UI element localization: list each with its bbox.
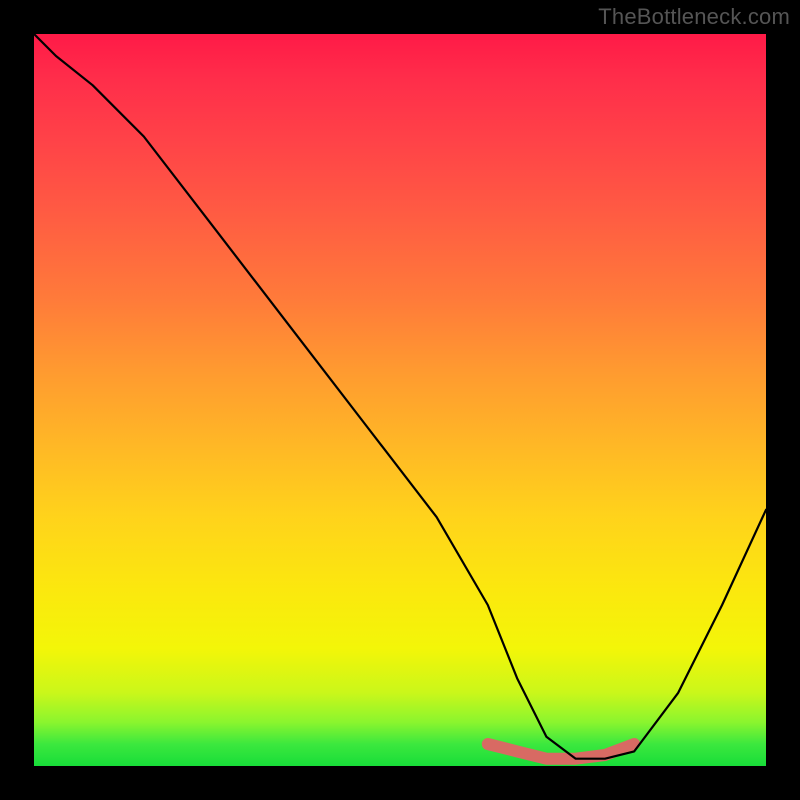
plot-area [34,34,766,766]
bottleneck-curve [34,34,766,759]
chart-svg [34,34,766,766]
watermark-text: TheBottleneck.com [598,4,790,30]
chart-frame: TheBottleneck.com [0,0,800,800]
